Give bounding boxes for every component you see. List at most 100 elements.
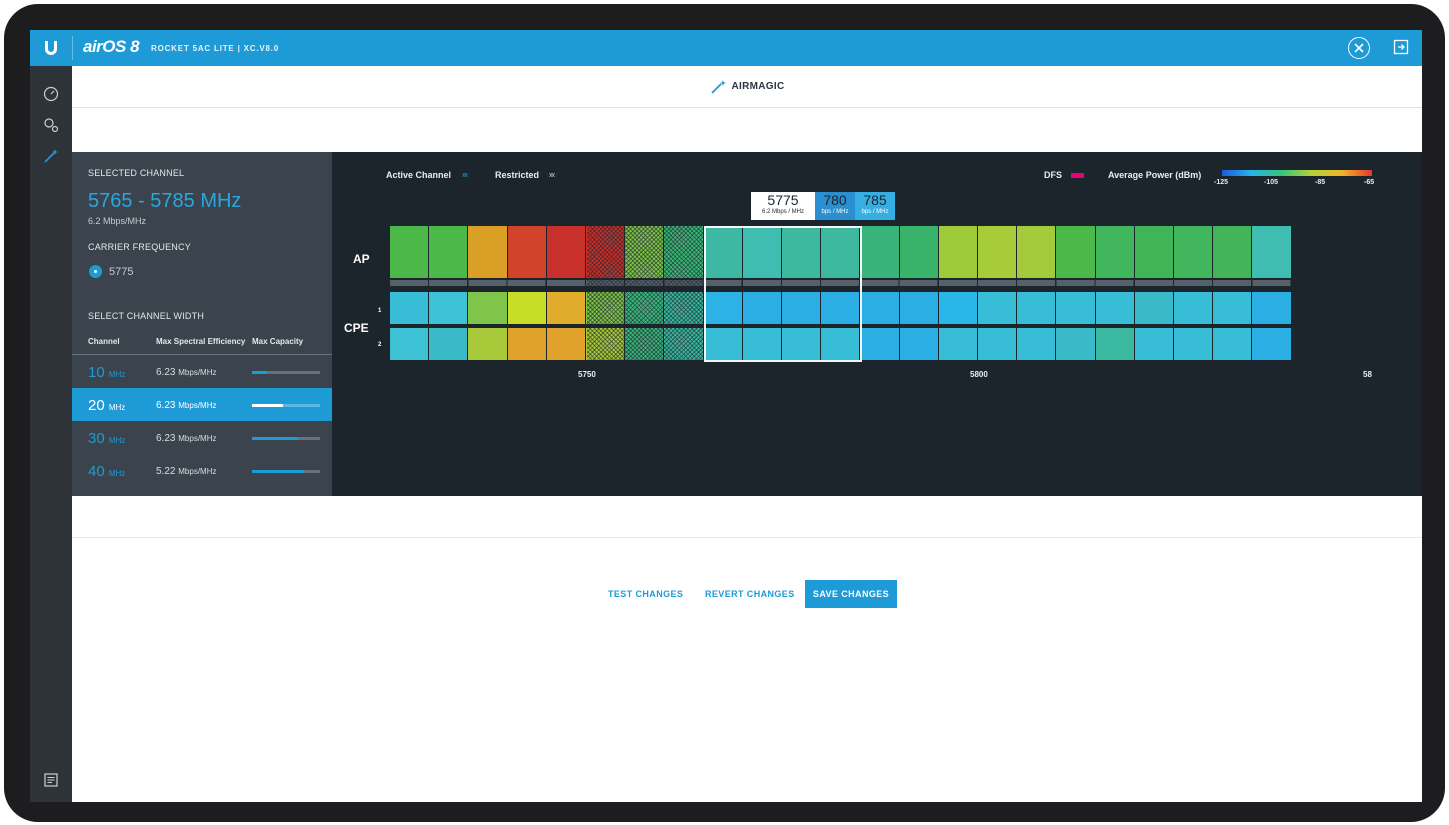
- cpe2-cell[interactable]: [390, 328, 429, 360]
- cpe1-cell[interactable]: [978, 292, 1017, 324]
- cpe1-cell[interactable]: [1056, 292, 1095, 324]
- logout-icon[interactable]: [1393, 39, 1409, 55]
- ap-cell[interactable]: [1252, 226, 1291, 278]
- channel-width-value: 10 MHz: [88, 364, 126, 381]
- cpe-row-label: CPE: [344, 321, 369, 335]
- cpe1-cell[interactable]: [1017, 292, 1056, 324]
- cpe2-cell[interactable]: [899, 328, 938, 360]
- cpe2-cell[interactable]: [1095, 328, 1134, 360]
- cpe2-cell[interactable]: [1174, 328, 1213, 360]
- x-tick-5800: 5800: [970, 370, 988, 379]
- selected-channel-value: 5765 - 5785 MHz: [88, 190, 242, 212]
- cpe1-cell[interactable]: [860, 292, 899, 324]
- cpe1-cell[interactable]: [1252, 292, 1291, 324]
- channel-width-row[interactable]: 10 MHz 6.23 Mbps/MHz: [72, 355, 332, 388]
- cpe1-cell[interactable]: [938, 292, 977, 324]
- top-bar: airOS 8 ROCKET 5AC LITE | XC.V8.0: [30, 30, 1422, 66]
- cpe2-cell[interactable]: [1056, 328, 1095, 360]
- selected-channel-box[interactable]: [704, 226, 862, 362]
- cpe2-cell[interactable]: [1252, 328, 1291, 360]
- cpe1-cell[interactable]: [546, 292, 585, 324]
- tools-icon[interactable]: [1348, 37, 1370, 59]
- cpe2-cell[interactable]: [1134, 328, 1173, 360]
- column-header-capacity: Max Capacity: [252, 337, 304, 346]
- column-header-efficiency: Max Spectral Efficiency: [156, 337, 246, 346]
- ap-cell[interactable]: [429, 226, 468, 278]
- legend-restricted: Restricted: [495, 170, 540, 180]
- ap-cell[interactable]: [390, 226, 429, 278]
- dashboard-icon[interactable]: [42, 85, 60, 103]
- revert-changes-button[interactable]: REVERT CHANGES: [705, 589, 795, 599]
- cpe1-cell[interactable]: [390, 292, 429, 324]
- cpe2-cell[interactable]: [1017, 328, 1056, 360]
- legend-restricted-marker: xx: [549, 172, 555, 179]
- capacity-bar-fill: [252, 437, 299, 440]
- cpe1-cell[interactable]: [899, 292, 938, 324]
- channel-width-row[interactable]: 30 MHz 6.23 Mbps/MHz: [72, 421, 332, 454]
- ap-cell[interactable]: [1095, 226, 1134, 278]
- ap-cell[interactable]: [1056, 226, 1095, 278]
- cpe2-cell[interactable]: [507, 328, 546, 360]
- cpe2-cell[interactable]: [978, 328, 1017, 360]
- divider: [72, 537, 1422, 538]
- ap-cell[interactable]: [860, 226, 899, 278]
- airmagic-icon: [710, 79, 726, 94]
- capacity-bar: [252, 470, 320, 473]
- cpe-1-label: 1: [378, 308, 382, 314]
- cpe1-cell[interactable]: [1134, 292, 1173, 324]
- cpe1-cell[interactable]: [507, 292, 546, 324]
- cpe2-cell[interactable]: [1213, 328, 1252, 360]
- x-tick-5750: 5750: [578, 370, 596, 379]
- restricted-region: [587, 226, 704, 360]
- cpe1-cell[interactable]: [429, 292, 468, 324]
- channel-width-value: 20 MHz: [88, 397, 126, 414]
- ap-cell[interactable]: [1017, 226, 1056, 278]
- column-header-channel: Channel: [88, 337, 120, 346]
- ubiquiti-logo-icon[interactable]: [30, 30, 72, 66]
- ap-cell[interactable]: [1213, 226, 1252, 278]
- cpe1-cell[interactable]: [1095, 292, 1134, 324]
- page-header: AIRMAGIC: [72, 66, 1422, 108]
- power-gradient-scale: [1222, 170, 1372, 176]
- airmagic-wand-icon[interactable]: [42, 147, 60, 165]
- legend-dfs: DFS: [1044, 170, 1062, 180]
- cpe2-cell[interactable]: [860, 328, 899, 360]
- page-title: AIRMAGIC: [731, 81, 785, 92]
- spectral-efficiency-value: 5.22 Mbps/MHz: [156, 466, 217, 477]
- ap-cell[interactable]: [899, 226, 938, 278]
- save-changes-button[interactable]: SAVE CHANGES: [805, 580, 897, 608]
- selected-channel-efficiency: 6.2 Mbps/MHz: [88, 216, 147, 226]
- capacity-bar-fill: [252, 404, 284, 407]
- tooltip-5780: 780 bps / MHz: [815, 192, 855, 220]
- selected-channel-label: SELECTED CHANNEL: [88, 168, 185, 178]
- ap-cell[interactable]: [978, 226, 1017, 278]
- cpe2-cell[interactable]: [468, 328, 507, 360]
- cpe1-cell[interactable]: [1174, 292, 1213, 324]
- spectral-efficiency-value: 6.23 Mbps/MHz: [156, 433, 217, 444]
- log-icon[interactable]: [42, 771, 60, 789]
- cpe2-cell[interactable]: [938, 328, 977, 360]
- carrier-radio[interactable]: [89, 265, 102, 278]
- cpe-2-label: 2: [378, 342, 382, 348]
- capacity-bar-fill: [252, 371, 267, 374]
- test-changes-button[interactable]: TEST CHANGES: [608, 589, 683, 599]
- settings-icon[interactable]: [42, 116, 60, 134]
- scale-tick: -85: [1315, 179, 1326, 186]
- cpe1-cell[interactable]: [468, 292, 507, 324]
- channel-width-row[interactable]: 40 MHz 5.22 Mbps/MHz: [72, 454, 332, 487]
- legend-active-channel-marker: xx: [462, 172, 468, 179]
- ap-cell[interactable]: [1134, 226, 1173, 278]
- channel-width-label: SELECT CHANNEL WIDTH: [88, 311, 205, 321]
- device-name: ROCKET 5AC LITE | XC.V8.0: [151, 44, 280, 53]
- ap-cell[interactable]: [468, 226, 507, 278]
- cpe2-cell[interactable]: [429, 328, 468, 360]
- ap-cell[interactable]: [546, 226, 585, 278]
- channel-width-row[interactable]: 20 MHz 6.23 Mbps/MHz: [72, 388, 332, 421]
- cpe1-cell[interactable]: [1213, 292, 1252, 324]
- ap-cell[interactable]: [938, 226, 977, 278]
- scale-tick: -125: [1214, 179, 1229, 186]
- ap-cell[interactable]: [507, 226, 546, 278]
- ap-cell[interactable]: [1174, 226, 1213, 278]
- screen: airOS 8 ROCKET 5AC LITE | XC.V8.0 AIRMAG…: [30, 30, 1422, 802]
- cpe2-cell[interactable]: [546, 328, 585, 360]
